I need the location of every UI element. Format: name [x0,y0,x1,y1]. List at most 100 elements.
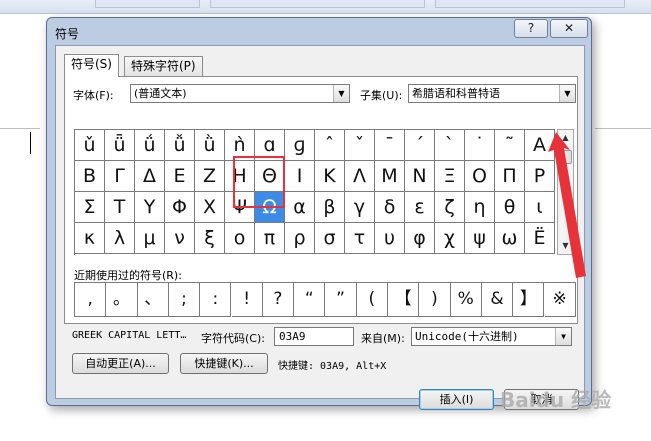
text-cursor [30,132,31,154]
symbol-cell[interactable]: ǘ [135,130,165,161]
symbol-cell[interactable]: υ [375,223,405,254]
symbol-cell[interactable]: ψ [465,223,495,254]
symbol-cell[interactable]: π [255,223,285,254]
symbol-cell[interactable]: θ [495,192,525,223]
recent-symbol-cell[interactable]: 【 [388,283,420,317]
autocorrect-button[interactable]: 自动更正(A)... [72,353,169,374]
symbol-cell[interactable]: φ [405,223,435,254]
recent-symbol-cell[interactable]: 】 [513,283,545,317]
symbol-cell[interactable]: ξ [195,223,225,254]
title-bar[interactable]: 符号 ? ✕ [47,18,591,44]
symbol-cell[interactable]: ˋ [435,130,465,161]
recent-symbol-cell[interactable]: ( [356,283,388,317]
symbol-cell[interactable]: η [465,192,495,223]
recent-symbol-cell[interactable]: ※ [544,283,576,317]
symbol-cell[interactable]: ǔ [75,130,105,161]
symbol-cell[interactable]: Μ [375,161,405,192]
font-select[interactable]: (普通文本) ▼ [130,84,350,103]
symbol-cell[interactable]: Π [495,161,525,192]
annotation-arrow-icon [548,132,586,278]
symbol-cell[interactable]: ǖ [105,130,135,161]
symbol-cell[interactable]: Β [75,161,105,192]
symbol-cell[interactable]: δ [375,192,405,223]
symbol-cell[interactable]: λ [105,223,135,254]
recent-symbols-label: 近期使用过的符号(R): [74,269,182,282]
symbol-cell[interactable]: Δ [135,161,165,192]
symbol-cell[interactable]: Ο [465,161,495,192]
symbol-cell[interactable]: ˇ [345,130,375,161]
recent-symbol-cell[interactable]: ? [262,283,295,317]
symbol-cell[interactable]: ˜ [495,130,525,161]
symbol-grid: ǔ ǖ ǘ ǚ ǜ ǹ ɑ ɡ ˆ ˇ ˉ ˊ ˋ ˙ ˜ A Β Γ Δ Ε Ζ Η Θ Ι Κ Λ Μ Ν Ξ Ο Π Ρ Σ Τ Υ Φ Χ Ψ Ωα… [74,129,555,255]
symbol-cell[interactable]: Λ [345,161,375,192]
symbol-cell[interactable]: Ξ [435,161,465,192]
symbol-cell[interactable]: ε [405,192,435,223]
symbol-cell[interactable]: Σ [75,192,105,223]
symbol-cell[interactable]: ǜ [195,130,225,161]
subset-label: 子集(U): [360,89,403,102]
symbol-cell[interactable]: β [315,192,345,223]
symbol-cell[interactable]: α [285,192,315,223]
symbol-cell[interactable]: Γ [105,161,135,192]
symbol-cell[interactable]: ˉ [375,130,405,161]
recent-symbol-cell[interactable]: & [481,283,514,317]
symbol-cell[interactable]: Χ [195,192,225,223]
character-name: GREEK CAPITAL LETT… [72,330,187,341]
recent-symbol-cell[interactable]: “ [294,283,326,317]
font-value: (普通文本) [134,87,187,100]
symbol-cell[interactable]: Τ [105,192,135,223]
symbol-cell[interactable]: ν [165,223,195,254]
chevron-down-icon[interactable]: ▼ [333,85,349,102]
symbol-cell[interactable]: γ [345,192,375,223]
symbol-cell[interactable]: χ [435,223,465,254]
symbol-cell[interactable]: κ [75,223,105,254]
recent-symbol-cell[interactable]: 。 [106,283,138,317]
symbol-cell[interactable]: ˆ [315,130,345,161]
symbol-cell[interactable]: Ν [405,161,435,192]
recent-symbol-cell[interactable]: ) [419,283,451,317]
tab-special-characters[interactable]: 特殊字符(P) [124,56,203,76]
chevron-down-icon[interactable]: ▼ [559,85,575,102]
symbol-cell[interactable]: σ [315,223,345,254]
recent-symbol-cell[interactable]: 、 [137,283,169,317]
symbol-cell[interactable]: ˊ [405,130,435,161]
watermark: Baidu 经验 [500,388,612,412]
recent-symbol-cell[interactable]: ” [325,283,357,317]
ribbon-tab-2 [210,0,425,8]
symbol-cell[interactable]: ω [495,223,525,254]
symbol-cell[interactable]: Ι [285,161,315,192]
ribbon-tab-1 [95,0,200,8]
subset-select[interactable]: 希腊语和科普特语 ▼ [408,84,576,103]
symbol-cell[interactable]: Κ [315,161,345,192]
recent-symbol-cell[interactable]: , [75,283,107,317]
symbol-cell[interactable]: Ζ [195,161,225,192]
tab-symbols[interactable]: 符号(S) [64,54,119,77]
recent-symbol-cell[interactable]: % [450,283,482,317]
margin-guide [0,128,40,129]
symbol-cell[interactable]: ζ [435,192,465,223]
recent-symbol-cell[interactable]: ! [231,283,263,317]
symbol-cell[interactable]: τ [345,223,375,254]
chevron-down-icon[interactable]: ▼ [555,328,571,345]
help-button[interactable]: ? [514,19,548,38]
from-select[interactable]: Unicode(十六进制) ▼ [411,327,572,346]
insert-button[interactable]: 插入(I) [419,389,494,410]
symbol-cell[interactable]: Υ [135,192,165,223]
character-code-input[interactable]: 03A9 [274,327,354,346]
ribbon-strip [0,0,651,14]
symbol-cell[interactable]: ǚ [165,130,195,161]
symbol-cell[interactable]: μ [135,223,165,254]
symbol-cell[interactable]: Ε [165,161,195,192]
highlight-box [233,156,285,208]
close-button[interactable]: ✕ [550,19,588,38]
recent-symbol-cell[interactable]: : [200,283,232,317]
from-label: 来自(M): [361,332,405,345]
shortcut-key-button[interactable]: 快捷键(K)... [180,353,268,374]
symbol-cell[interactable]: ρ [285,223,315,254]
symbol-cell[interactable]: Φ [165,192,195,223]
symbol-cell[interactable]: ɡ [285,130,315,161]
symbol-cell[interactable]: ο [225,223,255,254]
character-code-label: 字符代码(C): [201,332,265,345]
recent-symbol-cell[interactable]: ; [168,283,201,317]
symbol-cell[interactable]: ˙ [465,130,495,161]
